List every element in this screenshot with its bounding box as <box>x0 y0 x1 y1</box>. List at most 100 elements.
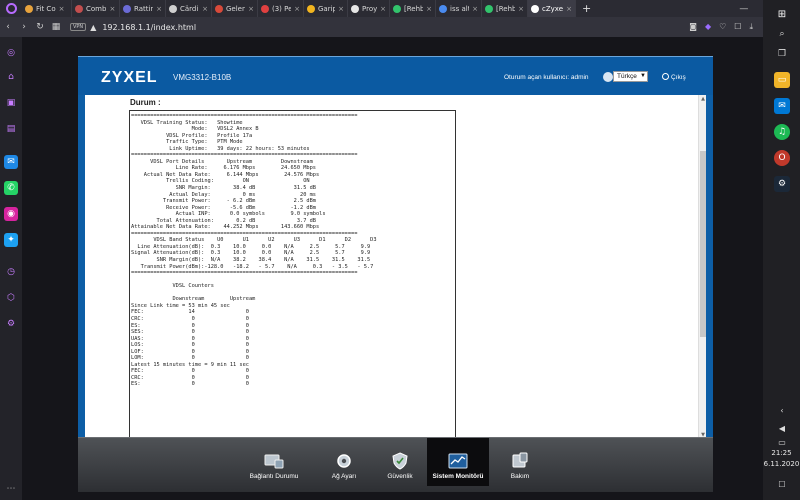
browser-tab[interactable]: cZyxel × <box>528 0 576 17</box>
system-clock[interactable]: 21:25 6.11.2020 <box>763 448 800 470</box>
tab-close-icon[interactable]: × <box>294 5 300 13</box>
scroll-up-icon[interactable]: ▲ <box>699 95 707 103</box>
file-explorer-icon[interactable]: ▭ <box>774 72 790 88</box>
nav-maintenance[interactable]: Bakım <box>503 438 537 486</box>
browser-tab[interactable]: iss alty× <box>436 0 482 17</box>
reload-icon[interactable]: ↻ <box>32 22 48 32</box>
globe-icon <box>603 72 613 82</box>
new-tab-button[interactable]: + <box>576 2 597 15</box>
messenger-icon[interactable]: ✉ <box>4 155 18 169</box>
tab-favicon-icon <box>531 4 539 13</box>
status-textbox[interactable]: ========================================… <box>129 110 456 439</box>
tab-close-icon[interactable]: × <box>472 5 478 13</box>
tab-close-icon[interactable]: × <box>202 5 208 13</box>
opera-logo-icon[interactable] <box>0 0 22 17</box>
tab-close-icon[interactable]: × <box>338 5 344 13</box>
home-grid-icon[interactable]: ▦ <box>48 22 64 32</box>
nav-connection-status[interactable]: Bağlantı Durumu <box>244 438 304 486</box>
language-select[interactable]: Türkçe ▼ <box>613 71 648 82</box>
search-icon[interactable]: ⌕ <box>774 26 790 42</box>
browser-tab-strip: Fit Co×Comb×Ratting×Cärdini×Gelen×(3) Pe… <box>0 0 800 17</box>
task-view-icon[interactable]: ❐ <box>774 46 790 62</box>
speed-dial-icon[interactable]: ⌂ <box>4 70 18 84</box>
browser-sidebar: ◎ ⌂ ▣ ▤ ✉ ✆ ◉ ✦ ◷ ⬡ ⚙ ⋯ <box>0 37 22 500</box>
tab-close-icon[interactable]: × <box>156 5 162 13</box>
steam-icon[interactable]: ⚙ <box>774 176 790 192</box>
whatsapp-icon[interactable]: ✆ <box>4 181 18 195</box>
browser-tab[interactable]: Fit Co × <box>22 0 72 17</box>
browser-tab[interactable]: Cärdini× <box>166 0 212 17</box>
tab-close-icon[interactable]: × <box>248 5 254 13</box>
nav-security[interactable]: Güvenlik <box>380 438 420 486</box>
download-icon[interactable]: ⤓ <box>749 22 753 32</box>
scroll-thumb[interactable] <box>700 151 706 337</box>
more-icon[interactable]: ⋯ <box>4 482 18 496</box>
address-bar: ‹ › ↻ ▦ VPN ▲ 192.168.1.1/index.html ◙ ◆… <box>0 17 763 37</box>
nav-system-monitor[interactable]: Sistem Monitörü <box>427 438 489 486</box>
nav-label: Ağ Ayarı <box>331 473 357 480</box>
url-field[interactable]: 192.168.1.1/index.html <box>102 23 689 32</box>
opera-sidebar-icon[interactable]: ◎ <box>4 46 18 60</box>
not-secure-icon[interactable]: ▲ <box>90 23 96 32</box>
browser-tab[interactable]: [Rehb × <box>482 0 528 17</box>
settings-icon[interactable]: ⚙ <box>4 317 18 331</box>
tab-label: Cärdini <box>180 4 199 13</box>
twitter-icon[interactable]: ✦ <box>4 233 18 247</box>
chevron-down-icon: ▼ <box>640 73 646 79</box>
tab-close-icon[interactable]: × <box>59 5 65 13</box>
tab-favicon-icon <box>393 4 401 13</box>
tab-close-icon[interactable]: × <box>518 5 524 13</box>
nav-label: Güvenlik <box>387 473 413 480</box>
windows-start-icon[interactable]: ⊞ <box>774 6 790 22</box>
tab-favicon-icon <box>75 4 83 13</box>
browser-tab[interactable]: Proyap× <box>348 0 390 17</box>
spotify-icon[interactable]: ♫ <box>774 124 790 140</box>
browser-tab[interactable]: [Rehb × <box>390 0 436 17</box>
bag-icon[interactable]: ▣ <box>4 96 18 110</box>
twitch-icon[interactable]: ▤ <box>4 122 18 136</box>
bookmark-icon[interactable]: ☐ <box>734 22 741 32</box>
zyxel-logo: ZYXEL <box>101 69 158 86</box>
network-setting-icon <box>334 452 354 470</box>
bottom-navigation: Bağlantı Durumu Ağ Ayarı Güvenlik Sistem… <box>78 437 713 492</box>
security-icon <box>390 452 410 470</box>
minimize-icon[interactable]: — <box>739 4 748 14</box>
tab-close-icon[interactable]: × <box>380 5 386 13</box>
page-scrollbar[interactable]: ▲ ▼ <box>698 95 706 439</box>
back-icon[interactable]: ‹ <box>0 22 16 32</box>
browser-tab[interactable]: (3) Pen× <box>258 0 304 17</box>
mail-icon[interactable]: ✉ <box>774 98 790 114</box>
tab-label: Garip <box>318 4 336 13</box>
tab-label: [Rehb <box>404 4 424 13</box>
vdsl-status-text: ========================================… <box>131 113 377 388</box>
tab-label: Comb <box>86 4 107 13</box>
forward-icon[interactable]: › <box>16 22 32 32</box>
tray-chevron-icon[interactable]: ‹ <box>774 402 790 418</box>
browser-tab[interactable]: Garip × <box>304 0 348 17</box>
clock-time: 21:25 <box>771 449 792 457</box>
history-icon[interactable]: ◷ <box>4 265 18 279</box>
tab-favicon-icon <box>169 4 177 13</box>
extensions-icon[interactable]: ⬡ <box>4 291 18 305</box>
shield-icon[interactable]: ◆ <box>705 22 711 32</box>
browser-tab[interactable]: Gelen × <box>212 0 258 17</box>
camera-icon[interactable]: ◙ <box>689 22 697 32</box>
tab-close-icon[interactable]: × <box>109 5 115 13</box>
tab-favicon-icon <box>351 4 359 13</box>
instagram-icon[interactable]: ◉ <box>4 207 18 221</box>
tab-close-icon[interactable]: × <box>426 5 432 13</box>
browser-tab[interactable]: Comb × <box>72 0 120 17</box>
logout-link[interactable]: Çıkış <box>662 73 686 81</box>
browser-tab[interactable]: Ratting× <box>120 0 166 17</box>
network-status-icon <box>264 452 284 470</box>
model-name: VMG3312-B10B <box>173 73 232 82</box>
tab-favicon-icon <box>123 4 131 13</box>
tab-favicon-icon <box>307 4 315 13</box>
opera-taskbar-icon[interactable]: O <box>774 150 790 166</box>
notification-icon[interactable]: ☐ <box>774 476 790 492</box>
heart-icon[interactable]: ♡ <box>719 22 726 32</box>
tab-label: cZyxel <box>542 4 564 13</box>
nav-network-setting[interactable]: Ağ Ayarı <box>323 438 365 486</box>
vpn-badge[interactable]: VPN <box>70 23 87 31</box>
tab-close-icon[interactable]: × <box>566 5 572 13</box>
